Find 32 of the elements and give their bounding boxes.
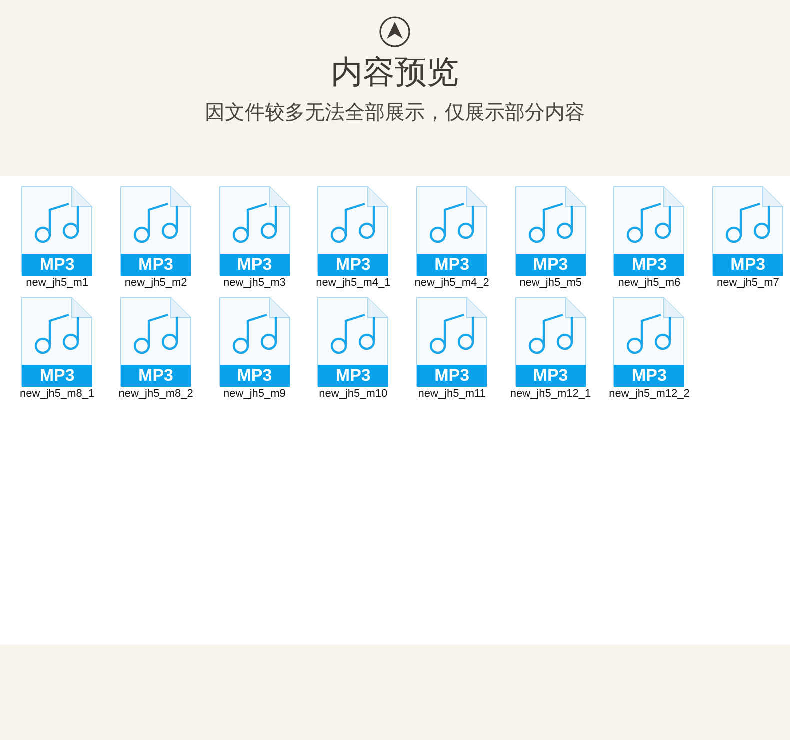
file-name: new_jh5_m8_2 [118,388,194,400]
file-name: new_jh5_m12_1 [510,388,592,400]
file-type-label: MP3 [220,365,290,387]
file-type-label: MP3 [516,254,586,276]
file-name: new_jh5_m8_1 [20,388,95,400]
file-type-label: MP3 [22,254,92,276]
file-name: new_jh5_m3 [224,277,286,289]
file-name: new_jh5_m1 [26,277,89,289]
file-type-label: MP3 [318,365,388,387]
file-name: new_jh5_m12_2 [609,388,690,400]
file-type-label: MP3 [614,254,684,276]
file-type-label: MP3 [516,365,586,387]
page-subtitle: 因文件较多无法全部展示，仅展示部分内容 [205,99,585,126]
file-name: new_jh5_m4_2 [414,277,490,289]
file-name: new_jh5_m6 [618,277,681,289]
file-type-label: MP3 [121,365,192,387]
file-name: new_jh5_m2 [124,277,188,289]
file-name: new_jh5_m10 [319,388,388,400]
file-type-label: MP3 [121,254,192,276]
file-name: new_jh5_m5 [520,277,582,289]
file-name: new_jh5_m4_1 [316,277,391,289]
page-title: 内容预览 [331,52,459,92]
file-name: new_jh5_m7 [716,277,780,289]
file-type-label: MP3 [22,365,92,387]
file-type-label: MP3 [417,254,488,276]
file-type-label: MP3 [417,365,488,387]
file-type-label: MP3 [220,254,290,276]
file-type-label: MP3 [614,365,684,387]
file-type-label: MP3 [713,254,784,276]
file-type-label: MP3 [318,254,388,276]
file-name: new_jh5_m9 [224,388,286,400]
file-name: new_jh5_m11 [418,388,486,400]
